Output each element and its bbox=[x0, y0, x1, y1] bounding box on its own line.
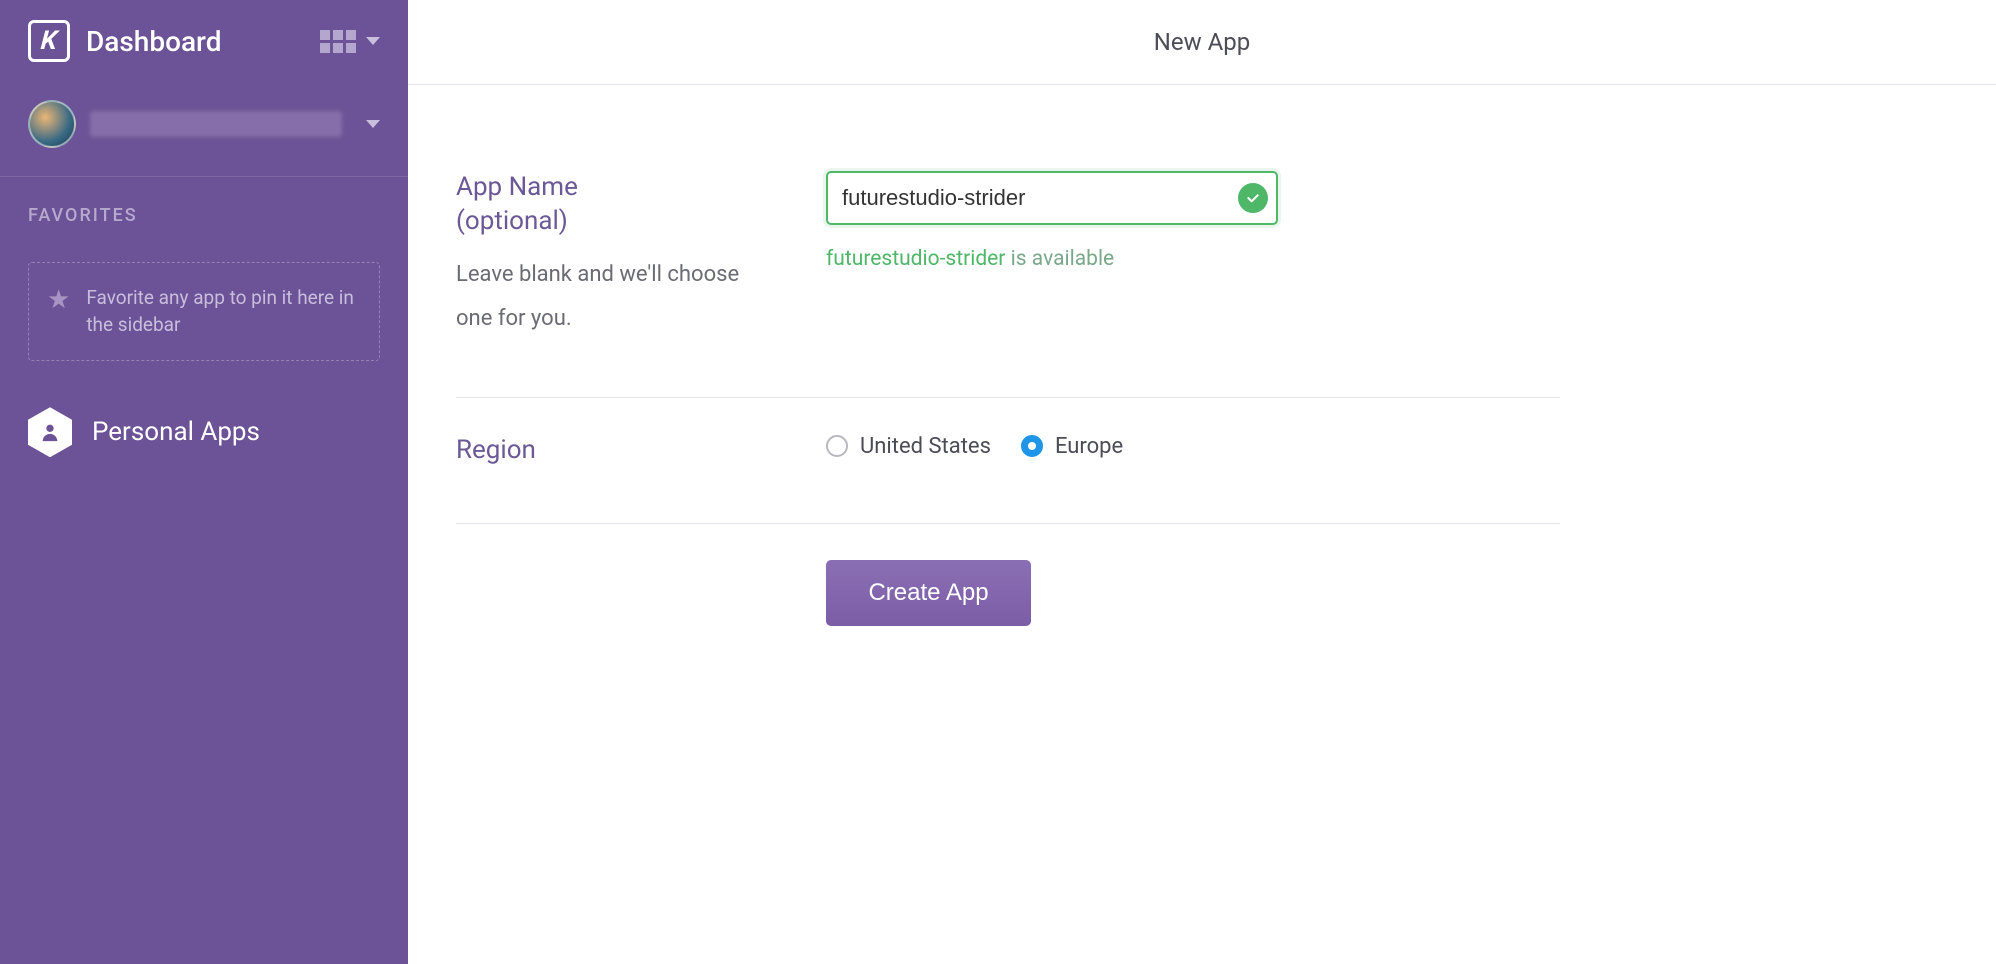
sidebar: K Dashboard FAVORITES ★ Favorite any app… bbox=[0, 0, 408, 964]
avatar bbox=[28, 100, 76, 148]
create-app-button[interactable]: Create App bbox=[826, 560, 1031, 626]
main-area: New App App Name (optional) Leave blank … bbox=[408, 0, 1996, 964]
account-switcher[interactable] bbox=[0, 82, 408, 177]
star-icon: ★ bbox=[47, 287, 70, 313]
account-email-redacted bbox=[90, 111, 342, 137]
region-option-europe[interactable]: Europe bbox=[1021, 434, 1123, 459]
region-label: Region bbox=[456, 434, 766, 468]
favorites-hint-text: Favorite any app to pin it here in the s… bbox=[86, 285, 361, 338]
person-hex-icon bbox=[28, 407, 72, 457]
app-name-help: Leave blank and we'll choose one for you… bbox=[456, 253, 766, 341]
submit-row: Create App bbox=[456, 524, 1560, 626]
region-option-us[interactable]: United States bbox=[826, 434, 991, 459]
topbar: New App bbox=[408, 0, 1996, 85]
sidebar-header: K Dashboard bbox=[0, 0, 408, 82]
favorites-empty-hint: ★ Favorite any app to pin it here in the… bbox=[28, 262, 380, 361]
chevron-down-icon bbox=[366, 120, 380, 128]
grid-icon bbox=[320, 30, 356, 53]
personal-apps-label: Personal Apps bbox=[92, 417, 260, 447]
page-title: New App bbox=[1154, 28, 1250, 56]
check-circle-icon bbox=[1238, 183, 1268, 213]
radio-icon bbox=[1021, 435, 1043, 457]
region-option-label: United States bbox=[860, 434, 991, 459]
apps-view-switcher[interactable] bbox=[320, 30, 380, 53]
new-app-form: App Name (optional) Leave blank and we'l… bbox=[408, 85, 1608, 676]
availability-status: futurestudio-strider is available bbox=[826, 247, 1560, 271]
favorites-label: FAVORITES bbox=[28, 205, 380, 226]
app-name-label: App Name (optional) bbox=[456, 171, 766, 239]
radio-icon bbox=[826, 435, 848, 457]
sidebar-item-personal-apps[interactable]: Personal Apps bbox=[0, 379, 408, 485]
field-region: Region United States Europe bbox=[456, 398, 1560, 504]
chevron-down-icon bbox=[366, 37, 380, 45]
region-option-label: Europe bbox=[1055, 434, 1123, 459]
dashboard-title: Dashboard bbox=[86, 25, 304, 58]
app-name-input[interactable] bbox=[826, 171, 1278, 225]
heroku-logo-icon[interactable]: K bbox=[28, 20, 70, 62]
field-app-name: App Name (optional) Leave blank and we'l… bbox=[456, 135, 1560, 377]
favorites-heading: FAVORITES bbox=[0, 177, 408, 244]
